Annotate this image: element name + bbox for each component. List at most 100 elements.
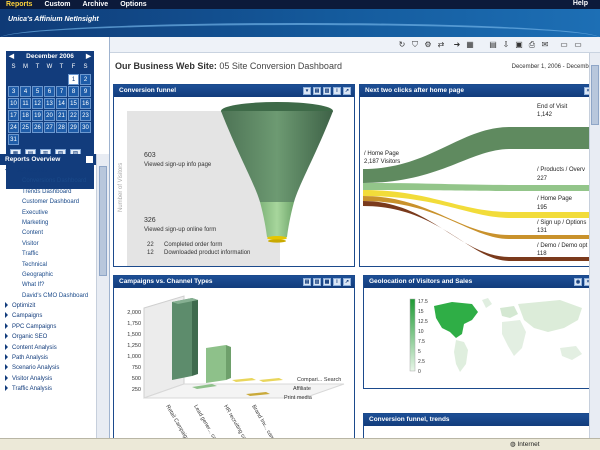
table-icon[interactable]: ▤	[313, 87, 321, 95]
tree-child-item[interactable]: Content	[0, 228, 96, 238]
calendar-day[interactable]: 18	[20, 110, 31, 121]
expand-triangle-icon[interactable]	[5, 364, 8, 371]
calendar-day[interactable]: 12	[32, 98, 43, 109]
calendar-day[interactable]: 31	[8, 134, 19, 145]
tree-child-item[interactable]: What If?	[0, 280, 96, 290]
next-month-icon[interactable]: ▶	[86, 52, 91, 60]
calendar-day[interactable]: 1	[68, 74, 79, 85]
filter-settings-icon[interactable]: ⚙	[423, 40, 433, 49]
refresh-icon[interactable]: ↻	[397, 40, 407, 49]
calendar-day[interactable]: 23	[80, 110, 91, 121]
calendar-day[interactable]: 21	[56, 110, 67, 121]
tree-child-item[interactable]: Marketing	[0, 218, 96, 228]
tree-child-item[interactable]: Trends Dashboard	[0, 187, 96, 197]
table-icon[interactable]: ▤	[303, 278, 311, 286]
sidebar-scrollbar[interactable]	[96, 154, 109, 450]
open-folder-icon[interactable]: ▭	[559, 40, 569, 49]
calendar-day[interactable]: 19	[32, 110, 43, 121]
info-icon[interactable]: i	[333, 278, 341, 286]
calendar-day[interactable]: 26	[32, 122, 43, 133]
calendar-day[interactable]: 5	[32, 86, 43, 97]
calendar-day[interactable]: 13	[44, 98, 55, 109]
tree-item-traffic-analysis[interactable]: Traffic Analysis	[0, 384, 96, 394]
expand-triangle-icon[interactable]	[5, 302, 8, 309]
tree-child-item[interactable]: David's CMO Dashboard	[0, 291, 96, 301]
compare-icon[interactable]: ⇄	[436, 40, 446, 49]
tree-item-campaigns[interactable]: Campaigns	[0, 311, 96, 321]
tree-child-item[interactable]: Visitor	[0, 239, 96, 249]
expand-triangle-icon[interactable]	[5, 385, 8, 392]
tree-item-organic-seo[interactable]: Organic SEO	[0, 332, 96, 342]
info-icon[interactable]: i	[333, 87, 341, 95]
filter-icon[interactable]: ▾	[303, 87, 311, 95]
tree-item-ppc-campaigns[interactable]: PPC Campaigns	[0, 322, 96, 332]
expand-triangle-icon[interactable]	[5, 322, 8, 329]
calendar-day[interactable]: 3	[8, 86, 19, 97]
expand-triangle-icon[interactable]	[5, 343, 8, 350]
calendar-day[interactable]: 11	[20, 98, 31, 109]
report-icon[interactable]: ▤	[488, 40, 498, 49]
calendar-day[interactable]: 30	[80, 122, 91, 133]
calendar-day[interactable]: 20	[44, 110, 55, 121]
chart-settings-icon[interactable]: ▦	[465, 40, 475, 49]
calendar-day[interactable]: 25	[20, 122, 31, 133]
calendar-day[interactable]: 29	[68, 122, 79, 133]
calendar-day[interactable]: 27	[44, 122, 55, 133]
prev-month-icon[interactable]: ◀	[9, 52, 14, 60]
expand-triangle-icon[interactable]	[5, 374, 8, 381]
tree-child-item[interactable]: Traffic	[0, 249, 96, 259]
collapse-triangle-icon[interactable]	[5, 169, 11, 173]
menu-custom[interactable]: Custom	[38, 1, 76, 8]
funnel-step-4-bar	[268, 239, 286, 243]
menu-options[interactable]: Options	[114, 1, 152, 8]
menu-archive[interactable]: Archive	[77, 1, 115, 8]
trend-icon[interactable]: ↗	[343, 87, 351, 95]
filter-icon[interactable]: ⛉	[410, 40, 420, 49]
calendar-day[interactable]: 6	[44, 86, 55, 97]
tree-item-scenario-analysis[interactable]: Scenario Analysis	[0, 363, 96, 373]
chart-icon[interactable]: ▥	[313, 278, 321, 286]
calendar-day[interactable]: 17	[8, 110, 19, 121]
trend-icon[interactable]: ↗	[343, 278, 351, 286]
calendar-day[interactable]: 10	[8, 98, 19, 109]
email-icon[interactable]: ✉	[540, 40, 550, 49]
expand-triangle-icon[interactable]	[5, 312, 8, 319]
export-icon[interactable]: ⇩	[501, 40, 511, 49]
calendar-day[interactable]: 7	[56, 86, 67, 97]
tree-child-item[interactable]: Executive	[0, 208, 96, 218]
sidebar-scroll-thumb[interactable]	[99, 166, 107, 276]
calendar-day[interactable]: 24	[8, 122, 19, 133]
calendar-day[interactable]: 22	[68, 110, 79, 121]
expand-triangle-icon[interactable]	[5, 333, 8, 340]
tree-item-path-analysis[interactable]: Path Analysis	[0, 353, 96, 363]
tree-item-optimizit[interactable]: Optimizit	[0, 301, 96, 311]
tree-child-item[interactable]: Technical	[0, 260, 96, 270]
tree-item-visitor-analysis[interactable]: Visitor Analysis	[0, 374, 96, 384]
tree-child-item[interactable]: Customer Dashboard	[0, 197, 96, 207]
menu-reports[interactable]: Reports	[0, 1, 38, 8]
zoom-icon[interactable]: ◉	[574, 278, 582, 286]
calendar-day[interactable]: 9	[80, 86, 91, 97]
tree-item-dashboards[interactable]: Dashboards	[0, 166, 96, 176]
tree-child-item[interactable]: Geographic	[0, 270, 96, 280]
save-icon[interactable]: ▣	[514, 40, 524, 49]
calendar-day[interactable]: 8	[68, 86, 79, 97]
menu-help[interactable]: Help	[567, 0, 594, 7]
main-scrollbar[interactable]	[589, 53, 600, 438]
goto-icon[interactable]: ➜	[452, 40, 462, 49]
calendar-day[interactable]: 16	[80, 98, 91, 109]
print-icon[interactable]: ⎙	[527, 40, 537, 49]
tree-child-item[interactable]: Conversions Dashboard	[0, 176, 96, 186]
chart-icon[interactable]: ▥	[323, 87, 331, 95]
expand-triangle-icon[interactable]	[5, 354, 8, 361]
tree-item-content-analysis[interactable]: Content Analysis	[0, 343, 96, 353]
chart-3d-icon[interactable]: ▦	[323, 278, 331, 286]
calendar-day[interactable]: 14	[56, 98, 67, 109]
new-folder-icon[interactable]: ▭	[573, 40, 583, 49]
calendar-day[interactable]: 15	[68, 98, 79, 109]
calendar-day[interactable]: 2	[80, 74, 91, 85]
new-report-icon[interactable]	[86, 156, 93, 163]
main-scroll-thumb[interactable]	[591, 65, 599, 125]
calendar-day[interactable]: 4	[20, 86, 31, 97]
calendar-day[interactable]: 28	[56, 122, 67, 133]
